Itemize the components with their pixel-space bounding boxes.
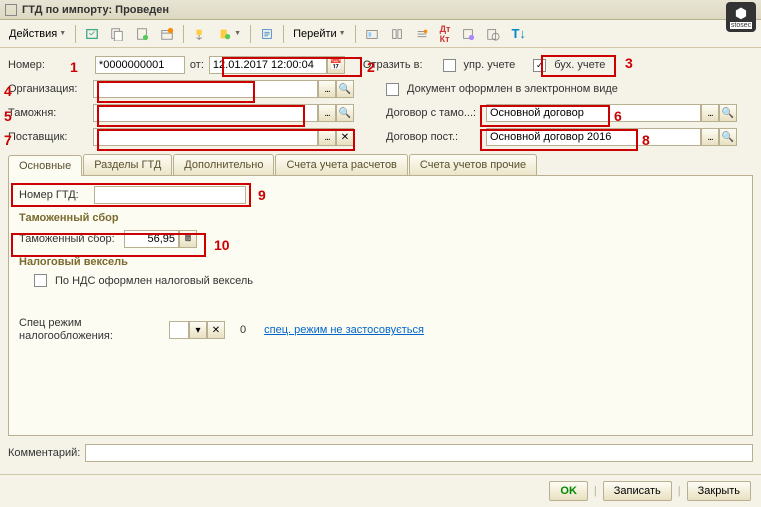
toolbar: Действия▼ ▼ Перейти▼ ДтКт Т↓: [0, 20, 761, 48]
save-button[interactable]: Записать: [603, 481, 672, 501]
supplier-input[interactable]: [93, 128, 318, 146]
badge-5: 5: [4, 108, 12, 124]
gtd-number-label: Номер ГТД:: [19, 189, 89, 201]
customs-search-icon[interactable]: 🔍: [336, 104, 354, 122]
close-button[interactable]: Закрыть: [687, 481, 751, 501]
spec-mode-input[interactable]: [169, 321, 189, 339]
toolbar-icon-6[interactable]: ▼: [214, 25, 245, 43]
window-title: ГТД по импорту: Проведен: [22, 4, 169, 16]
customs-fee-input[interactable]: [124, 230, 179, 248]
buh-checkbox[interactable]: ✓: [533, 59, 546, 72]
ok-button[interactable]: OK: [549, 481, 588, 501]
customs-select-button[interactable]: ...: [318, 104, 336, 122]
supplier-clear-icon[interactable]: ✕: [336, 128, 354, 146]
spec-mode-link[interactable]: спец. режим не застосовується: [264, 324, 424, 336]
badge-6: 6: [614, 108, 622, 124]
contract-supplier-input[interactable]: [486, 128, 701, 146]
toolbar-icon-dt[interactable]: ДтКт: [436, 22, 455, 46]
from-label: от:: [190, 59, 204, 71]
badge-7: 7: [4, 132, 12, 148]
org-input[interactable]: [93, 80, 318, 98]
tab-strip: Основные Разделы ГТД Дополнительно Счета…: [8, 154, 753, 176]
footer: OK | Записать | Закрыть: [0, 474, 761, 507]
org-select-button[interactable]: ...: [318, 80, 336, 98]
contract-customs-input[interactable]: [486, 104, 701, 122]
supplier-select-button[interactable]: ...: [318, 128, 336, 146]
actions-menu[interactable]: Действия▼: [5, 26, 70, 42]
spec-mode-dropdown-icon[interactable]: ▾: [189, 321, 207, 339]
contract-customs-label: Договор с тамо...:: [386, 107, 481, 119]
tab-main[interactable]: Основные: [8, 155, 82, 176]
electronic-label: Документ оформлен в электронном виде: [407, 83, 618, 95]
toolbar-icon-8[interactable]: [361, 25, 383, 43]
toolbar-icon-5[interactable]: [189, 25, 211, 43]
tab-content-main: Номер ГТД: Таможенный сбор Таможенный сб…: [8, 176, 753, 436]
badge-9: 9: [258, 187, 266, 203]
customs-fee-section: Таможенный сбор: [19, 212, 742, 224]
toolbar-icon-3[interactable]: [131, 25, 153, 43]
date-input[interactable]: [209, 56, 327, 74]
org-label: Организация:: [8, 83, 88, 95]
buh-label: бух. учете: [554, 59, 605, 71]
goto-menu[interactable]: Перейти▼: [289, 26, 350, 42]
tab-accounts-calc[interactable]: Счета учета расчетов: [275, 154, 407, 175]
spec-mode-value: 0: [240, 324, 246, 336]
badge-3: 3: [625, 55, 633, 71]
spec-mode-clear-icon[interactable]: ✕: [207, 321, 225, 339]
comment-label: Комментарий:: [8, 447, 80, 459]
number-input[interactable]: [95, 56, 185, 74]
number-label: Номер:: [8, 59, 45, 71]
toolbar-icon-2[interactable]: [106, 25, 128, 43]
toolbar-icon-13[interactable]: Т↓: [507, 24, 529, 43]
document-icon: [5, 4, 17, 16]
contract-customs-search-icon[interactable]: 🔍: [719, 104, 737, 122]
supplier-label: Поставщик:: [8, 131, 88, 143]
tax-bill-section: Налоговый вексель: [19, 256, 742, 268]
form-content: Номер: от: 📅 Отразить в: упр. учете ✓ бу…: [0, 48, 761, 476]
contract-supplier-search-icon[interactable]: 🔍: [719, 128, 737, 146]
toolbar-icon-9[interactable]: [386, 25, 408, 43]
tab-sections[interactable]: Разделы ГТД: [83, 154, 172, 175]
customs-fee-label: Таможенный сбор:: [19, 233, 119, 245]
upr-checkbox[interactable]: [443, 59, 456, 72]
badge-2: 2: [367, 59, 375, 75]
titlebar: ГТД по импорту: Проведен: [0, 0, 761, 20]
calculator-icon[interactable]: 🖩: [179, 230, 197, 248]
toolbar-icon-1[interactable]: [81, 25, 103, 43]
spec-mode-label: Спец режимналогообложения:: [19, 317, 119, 343]
calendar-icon[interactable]: 📅: [327, 56, 345, 74]
customs-input[interactable]: [93, 104, 318, 122]
contract-supplier-select-button[interactable]: ...: [701, 128, 719, 146]
customs-label: Таможня:: [8, 107, 88, 119]
toolbar-icon-4[interactable]: [156, 25, 178, 43]
toolbar-icon-7[interactable]: [256, 25, 278, 43]
badge-4: 4: [4, 83, 12, 99]
toolbar-icon-11[interactable]: [457, 25, 479, 43]
tab-additional[interactable]: Дополнительно: [173, 154, 274, 175]
comment-input[interactable]: [85, 444, 753, 462]
toolbar-icon-10[interactable]: [411, 25, 433, 43]
tab-accounts-other[interactable]: Счета учетов прочие: [409, 154, 537, 175]
badge-1: 1: [70, 59, 78, 75]
vat-bill-label: По НДС оформлен налоговый вексель: [55, 275, 253, 287]
badge-8: 8: [642, 132, 650, 148]
gtd-number-input[interactable]: [94, 186, 246, 204]
contract-customs-select-button[interactable]: ...: [701, 104, 719, 122]
app-logo: ⬢ stosec: [726, 2, 756, 32]
badge-10: 10: [214, 237, 230, 253]
vat-bill-checkbox[interactable]: [34, 274, 47, 287]
contract-supplier-label: Договор пост.:: [386, 131, 481, 143]
org-search-icon[interactable]: 🔍: [336, 80, 354, 98]
electronic-checkbox[interactable]: [386, 83, 399, 96]
toolbar-icon-12[interactable]: [482, 25, 504, 43]
upr-label: упр. учете: [464, 59, 516, 71]
